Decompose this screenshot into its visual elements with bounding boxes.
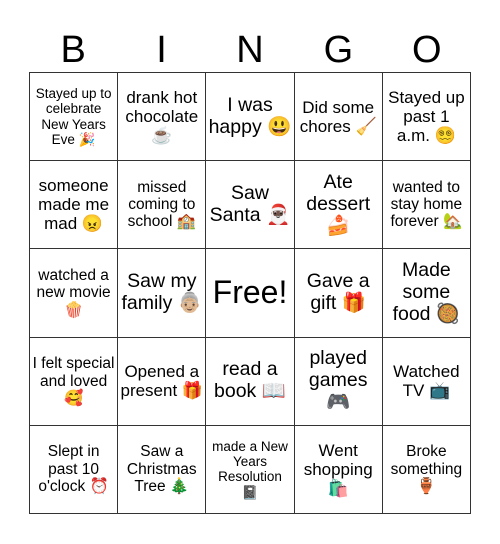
bingo-cell[interactable]: made a New Years Resolution 📓 bbox=[206, 425, 295, 514]
cell-text: someone made me mad 😠 bbox=[38, 176, 110, 234]
bingo-cell[interactable]: Ate dessert 🍰 bbox=[294, 161, 383, 250]
bingo-cell[interactable]: Stayed up past 1 a.m. 😵‍💫 bbox=[382, 73, 471, 162]
cell-text: I was happy 😃 bbox=[208, 93, 292, 138]
cell-text: Broke something 🏺 bbox=[390, 443, 463, 496]
bingo-cell[interactable]: Stayed up to celebrate New Years Eve 🎉 bbox=[30, 73, 119, 162]
cell-text: played games 🎮 bbox=[308, 347, 368, 414]
bingo-cell[interactable]: read a book 📖 bbox=[206, 337, 295, 426]
bingo-grid: Stayed up to celebrate New Years Eve 🎉 d… bbox=[29, 72, 471, 514]
bingo-cell[interactable]: Slept in past 10 o'clock ⏰ bbox=[30, 425, 119, 514]
cell-text: I felt special and loved 🥰 bbox=[32, 355, 115, 407]
bingo-cell[interactable]: someone made me mad 😠 bbox=[30, 161, 119, 250]
bingo-cell[interactable]: Saw a Christmas Tree 🎄 bbox=[118, 425, 207, 514]
cell-text: Slept in past 10 o'clock ⏰ bbox=[38, 443, 109, 496]
cell-text: Stayed up to celebrate New Years Eve 🎉 bbox=[35, 86, 112, 147]
cell-text: Saw Santa 🎅🏿 bbox=[209, 181, 291, 226]
bingo-cell[interactable]: Broke something 🏺 bbox=[382, 425, 471, 514]
cell-text: Made some food 🥘 bbox=[392, 259, 461, 325]
bingo-cell[interactable]: Made some food 🥘 bbox=[382, 249, 471, 338]
bingo-cell[interactable]: Did some chores 🧹 bbox=[294, 73, 383, 162]
header-letter-n: N bbox=[236, 29, 264, 71]
bingo-cell[interactable]: Gave a gift 🎁 bbox=[294, 249, 383, 338]
bingo-cell[interactable]: missed coming to school 🏫 bbox=[118, 161, 207, 250]
bingo-cell[interactable]: watched a new movie 🍿 bbox=[30, 249, 119, 338]
cell-text: made a New Years Resolution 📓 bbox=[212, 439, 288, 500]
header-letter-o: O bbox=[411, 29, 442, 71]
cell-text: drank hot chocolate ☕ bbox=[125, 88, 199, 146]
cell-text: Gave a gift 🎁 bbox=[306, 270, 370, 314]
bingo-cell[interactable]: Saw Santa 🎅🏿 bbox=[206, 161, 295, 250]
bingo-cell[interactable]: wanted to stay home forever 🏡 bbox=[382, 161, 471, 250]
cell-text: wanted to stay home forever 🏡 bbox=[390, 178, 463, 231]
cell-text: Saw my family 👵🏼 bbox=[121, 270, 203, 314]
cell-text: Watched TV 📺 bbox=[393, 362, 460, 401]
bingo-cell[interactable]: played games 🎮 bbox=[294, 337, 383, 426]
bingo-cell[interactable]: I felt special and loved 🥰 bbox=[30, 337, 119, 426]
bingo-cell[interactable]: I was happy 😃 bbox=[206, 73, 295, 162]
bingo-cell[interactable]: drank hot chocolate ☕ bbox=[118, 73, 207, 162]
header-letter-b: B bbox=[60, 29, 86, 71]
bingo-cell[interactable]: Watched TV 📺 bbox=[382, 337, 471, 426]
cell-text: Stayed up past 1 a.m. 😵‍💫 bbox=[388, 88, 465, 146]
cell-text: watched a new movie 🍿 bbox=[36, 266, 111, 319]
header-letter-i: I bbox=[156, 29, 167, 71]
cell-text: Ate dessert 🍰 bbox=[306, 171, 371, 237]
cell-text: missed coming to school 🏫 bbox=[127, 178, 196, 231]
bingo-cell[interactable]: Went shopping 🛍️ bbox=[294, 425, 383, 514]
cell-text: Saw a Christmas Tree 🎄 bbox=[126, 443, 197, 496]
free-space[interactable]: Free! bbox=[206, 249, 295, 338]
free-space-text: Free! bbox=[212, 274, 288, 311]
cell-text: Did some chores 🧹 bbox=[299, 97, 377, 136]
bingo-cell[interactable]: Opened a present 🎁 bbox=[118, 337, 207, 426]
header-letter-g: G bbox=[323, 29, 354, 71]
cell-text: Went shopping 🛍️ bbox=[303, 440, 373, 498]
cell-text: Opened a present 🎁 bbox=[120, 362, 204, 401]
bingo-header: B I N G O bbox=[29, 28, 471, 72]
cell-text: read a book 📖 bbox=[214, 358, 286, 403]
bingo-cell[interactable]: Saw my family 👵🏼 bbox=[118, 249, 207, 338]
